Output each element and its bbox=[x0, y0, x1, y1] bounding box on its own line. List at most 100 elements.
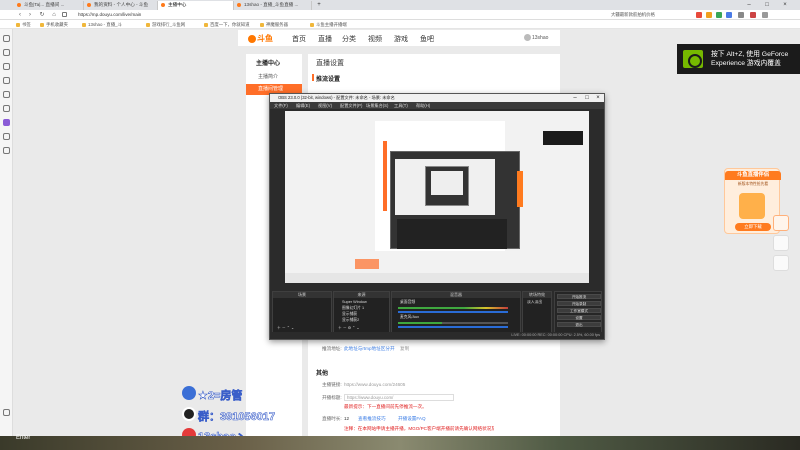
star-icon[interactable] bbox=[3, 35, 10, 42]
douyu-favicon-icon bbox=[17, 3, 21, 7]
gift-box-icon bbox=[739, 193, 765, 219]
nav-game[interactable]: 游戏 bbox=[394, 34, 408, 44]
promo-card[interactable]: 斗鱼直播伴侣 新版本特性抢先看 立即下载 bbox=[724, 168, 781, 234]
window-close-button[interactable]: × bbox=[780, 1, 790, 9]
source-row[interactable]: 显示捕获2 bbox=[336, 318, 387, 323]
share-url[interactable]: https://www.douyu.com/24605 bbox=[344, 382, 405, 387]
dock-toolbar[interactable]: ＋ － ⚙ ⌃ ⌄ bbox=[336, 326, 387, 331]
source-row[interactable]: Super Window bbox=[336, 300, 387, 305]
bookmark-item[interactable]: 13shao - 直播_斗 bbox=[82, 22, 122, 28]
volume-slider[interactable] bbox=[398, 326, 508, 328]
nav-home[interactable]: 首页 bbox=[292, 34, 306, 44]
extension-icon[interactable] bbox=[750, 12, 756, 18]
form-label: 开播标题: bbox=[322, 395, 342, 400]
avatar[interactable] bbox=[524, 34, 531, 41]
obs-menu-file[interactable]: 文件(F) bbox=[274, 103, 288, 109]
refresh-icon[interactable]: ↻ bbox=[38, 11, 46, 19]
bookmark-item[interactable]: 神魔服务器 bbox=[260, 22, 288, 28]
extension-icon[interactable] bbox=[716, 12, 722, 18]
tip-label: 直播时长: bbox=[322, 416, 342, 421]
nvidia-overlay-popup[interactable]: 按下 Alt+Z, 使用 GeForce Experience 游戏内覆盖 bbox=[677, 44, 800, 74]
extension-icon[interactable] bbox=[726, 12, 732, 18]
browser-tab-3[interactable]: 主播中心 bbox=[158, 1, 234, 10]
play-icon[interactable] bbox=[773, 215, 789, 231]
back-icon[interactable]: ‹ bbox=[16, 11, 24, 19]
source-row[interactable]: 图像幻灯片 1 bbox=[336, 306, 387, 311]
user-name[interactable]: 13shao bbox=[532, 35, 548, 41]
dock-toolbar[interactable]: ＋ － ⌃ ⌄ bbox=[275, 326, 329, 331]
obs-window[interactable]: OBS 23.0.0 (32-bit, windows) - 配置文件: 未命名… bbox=[269, 93, 605, 340]
extension-icon[interactable] bbox=[706, 12, 712, 18]
bookmark-item[interactable]: 斗鱼主播开播端 bbox=[310, 22, 347, 28]
nav-video[interactable]: 视频 bbox=[368, 34, 382, 44]
obs-titlebar[interactable]: OBS 23.0.0 (32-bit, windows) - 配置文件: 未命名… bbox=[270, 94, 604, 102]
row-value[interactable]: 此地址与rtmp地址区分开 bbox=[344, 346, 395, 352]
obs-menu-tools[interactable]: 工具(T) bbox=[394, 103, 408, 109]
bookmark-item[interactable]: 百度一下，你就知道 bbox=[204, 22, 250, 28]
nvidia-icon bbox=[683, 50, 703, 68]
settings-icon[interactable] bbox=[762, 12, 768, 18]
douyu-logo[interactable]: 斗鱼 bbox=[248, 33, 274, 43]
obs-menu-edit[interactable]: 编辑(E) bbox=[296, 103, 310, 109]
source-row[interactable]: 显示捕获 bbox=[336, 312, 387, 317]
bookmark-item[interactable]: 游戏排行_斗鱼网 bbox=[146, 22, 185, 28]
obs-menu-view[interactable]: 视图(V) bbox=[318, 103, 332, 109]
tab-label: 我的资料 - 个人中心 - 斗鱼 bbox=[94, 2, 149, 7]
app-icon[interactable] bbox=[3, 119, 10, 126]
settings-icon[interactable] bbox=[3, 409, 10, 416]
home-icon[interactable] bbox=[773, 235, 789, 251]
obs-minimize-button[interactable]: – bbox=[570, 94, 580, 102]
system-tray[interactable] bbox=[700, 437, 800, 447]
browser-tab-2[interactable]: 我的资料 - 个人中心 - 斗鱼 bbox=[84, 1, 158, 10]
tip-link[interactable]: 查看推流技巧 bbox=[358, 416, 386, 422]
home-icon[interactable]: ⌂ bbox=[50, 11, 58, 19]
obs-menu-help[interactable]: 帮助(H) bbox=[416, 103, 430, 109]
nav-yuba[interactable]: 鱼吧 bbox=[420, 34, 434, 44]
chat-icon[interactable] bbox=[3, 105, 10, 112]
copy-button[interactable]: 复制 bbox=[400, 346, 409, 352]
volume-slider[interactable] bbox=[398, 311, 508, 313]
bookmark-item[interactable]: 书签 bbox=[16, 22, 31, 28]
studio-mode-button[interactable]: 工作室模式 bbox=[557, 308, 601, 313]
window-minimize-button[interactable]: – bbox=[744, 1, 754, 9]
settings-button[interactable]: 设置 bbox=[557, 315, 601, 320]
browser-tab-1[interactable]: 斗鱼|Ta|... 直播间 ... bbox=[14, 1, 84, 10]
side-item-profile[interactable]: 主播简介 bbox=[246, 72, 302, 83]
tab-label: 斗鱼|Ta|... 直播间 ... bbox=[24, 2, 65, 7]
nav-live[interactable]: 直播 bbox=[318, 34, 332, 44]
menu-icon[interactable] bbox=[738, 12, 744, 18]
notice-text: 注释：在本网站申请主播开播，MGO/PC客户端开播前请先确认网络状况及主播协议 … bbox=[344, 426, 494, 431]
game-icon[interactable] bbox=[3, 91, 10, 98]
nav-category[interactable]: 分类 bbox=[342, 34, 356, 44]
obs-preview[interactable] bbox=[285, 111, 589, 283]
obs-maximize-button[interactable]: □ bbox=[582, 94, 592, 102]
obs-menu-scene-collection[interactable]: 场景集合(S) bbox=[366, 103, 388, 109]
bookmark-item[interactable]: 手机收藏夹 bbox=[40, 22, 68, 28]
search-input[interactable]: 大疆最新款航拍机价格 bbox=[608, 12, 692, 18]
download-button[interactable]: 立即下载 bbox=[735, 223, 771, 231]
tools-icon[interactable] bbox=[3, 147, 10, 154]
obs-close-button[interactable]: × bbox=[593, 94, 603, 102]
mail-icon[interactable] bbox=[3, 77, 10, 84]
title-input[interactable]: https://www.douyu.com/ bbox=[344, 394, 454, 401]
transition-select[interactable]: 淡入淡出 bbox=[525, 300, 549, 305]
arrow-up-icon[interactable] bbox=[773, 255, 789, 271]
url-input[interactable]: https://mp.douyu.com/live/main bbox=[70, 11, 280, 19]
download-icon[interactable] bbox=[3, 63, 10, 70]
dock-title: 转场特效 bbox=[523, 292, 551, 298]
history-icon[interactable] bbox=[3, 49, 10, 56]
browser-tab-4[interactable]: 13shao - 直播_斗鱼直播 ... bbox=[234, 1, 312, 10]
obs-menu-profile[interactable]: 配置文件(P) bbox=[340, 103, 362, 109]
tip-value: 12 bbox=[344, 416, 350, 421]
bookmarks-bar: 书签 手机收藏夹 13shao - 直播_斗 游戏排行_斗鱼网 百度一下，你就知… bbox=[0, 20, 800, 29]
new-tab-button[interactable]: + bbox=[314, 1, 324, 9]
faq-link[interactable]: 开播设置FAQ bbox=[398, 416, 426, 422]
start-streaming-button[interactable]: 开始推流 bbox=[557, 294, 601, 299]
notes-icon[interactable] bbox=[3, 133, 10, 140]
forward-icon[interactable]: › bbox=[26, 11, 34, 19]
start-recording-button[interactable]: 开始录制 bbox=[557, 301, 601, 306]
extension-icon[interactable] bbox=[696, 12, 702, 18]
preview-bottom-strip bbox=[285, 273, 589, 283]
window-maximize-button[interactable]: □ bbox=[762, 1, 772, 9]
exit-button[interactable]: 退出 bbox=[557, 322, 601, 327]
